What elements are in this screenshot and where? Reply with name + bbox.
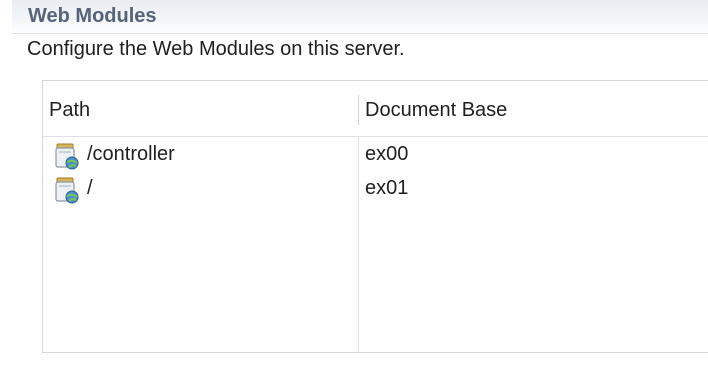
cell-path: / — [87, 177, 93, 199]
column-header-path[interactable]: Path — [49, 99, 90, 122]
web-module-icon — [55, 143, 79, 170]
table-row[interactable]: /controller ex00 — [43, 139, 708, 173]
cell-document-base: ex00 — [365, 143, 409, 165]
web-modules-table[interactable]: Path Document Base /controller ex00 / ex… — [42, 80, 708, 353]
column-header-document-base[interactable]: Document Base — [365, 99, 507, 122]
section-header: Web Modules — [12, 0, 708, 34]
table-header: Path Document Base — [43, 81, 708, 137]
section-title: Web Modules — [28, 5, 157, 27]
column-resize-handle[interactable] — [358, 95, 359, 125]
cell-document-base: ex01 — [365, 177, 409, 199]
table-row[interactable]: / ex01 — [43, 173, 708, 207]
section-description: Configure the Web Modules on this server… — [27, 38, 405, 60]
cell-path: /controller — [87, 143, 175, 165]
web-module-icon — [55, 177, 79, 204]
